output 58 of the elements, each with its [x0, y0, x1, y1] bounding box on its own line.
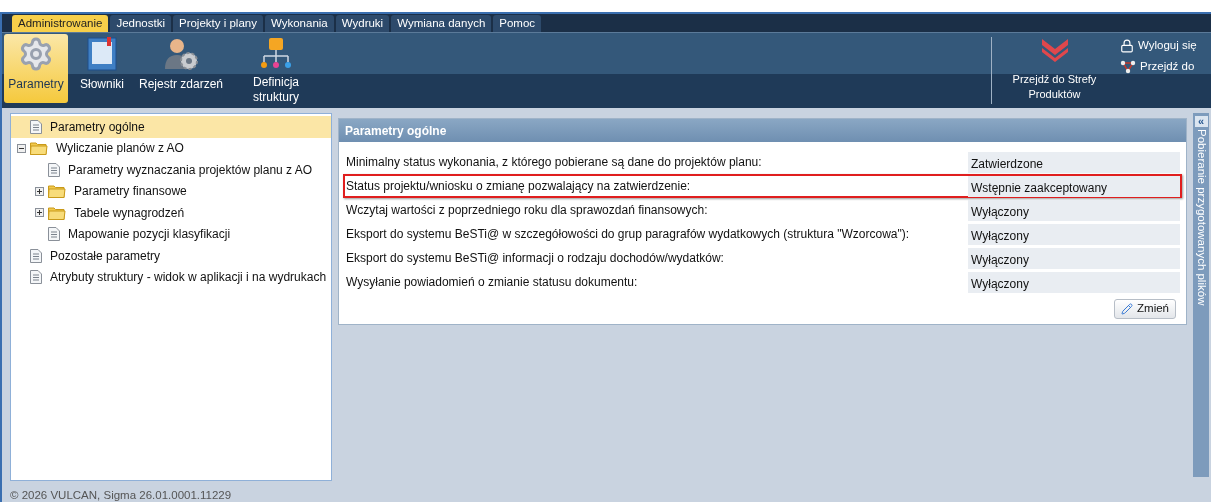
- parameter-value: Wyłączony: [968, 271, 1180, 293]
- network-icon: [1120, 59, 1136, 74]
- change-button[interactable]: Zmień: [1114, 299, 1176, 319]
- lock-icon: [1120, 38, 1134, 53]
- tree-item[interactable]: Parametry finansowe: [11, 180, 331, 202]
- menu-tab[interactable]: Wymiana danych: [391, 15, 492, 32]
- parameter-label: Eksport do systemu BeSTi@ informacji o rodzaju dochodów/wydatków:: [345, 250, 725, 267]
- panel-header: Parametry ogólne: [339, 119, 1186, 142]
- tree-item[interactable]: Parametry wyznaczania projektów planu z AO: [11, 159, 331, 181]
- book-icon: [87, 37, 117, 71]
- menu-tab[interactable]: Administrowanie: [12, 15, 109, 32]
- document-icon: [48, 227, 60, 242]
- expand-side-panel-button[interactable]: «: [1194, 116, 1208, 127]
- toolbar-button[interactable]: Słowniki: [70, 34, 134, 103]
- footer-text: © 2026 VULCAN, Sigma 26.01.0001.11229: [10, 489, 232, 501]
- folder-icon: [30, 141, 48, 156]
- menu-tab[interactable]: Pomoc: [493, 15, 542, 32]
- chevrons-icon: [1039, 37, 1070, 63]
- parameter-value: Wyłączony: [968, 199, 1180, 221]
- header-link[interactable]: Przejdź do: [1120, 58, 1211, 76]
- document-icon: [48, 162, 60, 177]
- parameter-value: Zatwierdzone: [968, 151, 1180, 173]
- gear-icon: [18, 36, 54, 72]
- parameter-value: Wstępnie zaakceptowany: [968, 175, 1180, 197]
- parameter-value: Wyłączony: [968, 247, 1180, 269]
- user-gear-icon: [163, 37, 199, 71]
- folder-icon: [48, 184, 66, 199]
- toolbar-button[interactable]: Rejestr zdarzeń: [136, 34, 226, 103]
- document-icon: [30, 270, 42, 285]
- products-button[interactable]: Przejdź do Strefy Produktów: [992, 33, 1117, 108]
- menu-tab[interactable]: Wydruki: [335, 15, 390, 32]
- menu-tab[interactable]: Projekty i plany: [172, 15, 263, 32]
- tree-item[interactable]: Atrybuty struktury - widok w aplikacji i na wydrukach: [11, 266, 331, 288]
- parameter-label: Status projektu/wniosku o zmianę pozwalający na zatwierdzenie:: [345, 178, 692, 195]
- collapse-icon[interactable]: [17, 143, 26, 153]
- tree-item[interactable]: Mapowanie pozycji klasyfikacji: [11, 223, 331, 245]
- parameter-label: Wczytaj wartości z poprzedniego roku dla sprawozdań finansowych:: [345, 202, 709, 219]
- tree-item[interactable]: Tabele wynagrodzeń: [11, 202, 331, 224]
- parameter-value: Wyłączony: [968, 223, 1180, 245]
- menu-tab[interactable]: Wykonania: [264, 15, 334, 32]
- side-panel-title: Pobieranie przygotowanych plików: [1194, 129, 1209, 306]
- folder-icon: [48, 205, 66, 220]
- pencil-icon: [1121, 303, 1134, 315]
- tree-item[interactable]: Parametry ogólne: [11, 116, 331, 138]
- tree-item[interactable]: Wyliczanie planów z AO: [11, 137, 331, 159]
- tree-item[interactable]: Pozostałe parametry: [11, 245, 331, 267]
- header-link[interactable]: Wyloguj się: [1120, 37, 1211, 55]
- parameter-label: Wysyłanie powiadomień o zmianie statusu dokumentu:: [345, 274, 639, 291]
- toolbar-button[interactable]: Definicja struktury: [228, 34, 324, 103]
- menu-tab[interactable]: Jednostki: [110, 15, 171, 32]
- parameter-label: Eksport do systemu BeSTi@ w szczegółowości do grup paragrafów wydatkowych (struktura "Wzorcowa"):: [345, 226, 911, 243]
- expand-icon[interactable]: [35, 208, 44, 218]
- document-icon: [30, 248, 42, 263]
- parameter-label: Minimalny status wykonania, z którego pobierane są dane do projektów planu:: [345, 154, 763, 171]
- document-icon: [30, 119, 42, 134]
- expand-icon[interactable]: [35, 186, 44, 196]
- hierarchy-icon: [259, 36, 293, 70]
- toolbar-button[interactable]: Parametry: [4, 34, 68, 103]
